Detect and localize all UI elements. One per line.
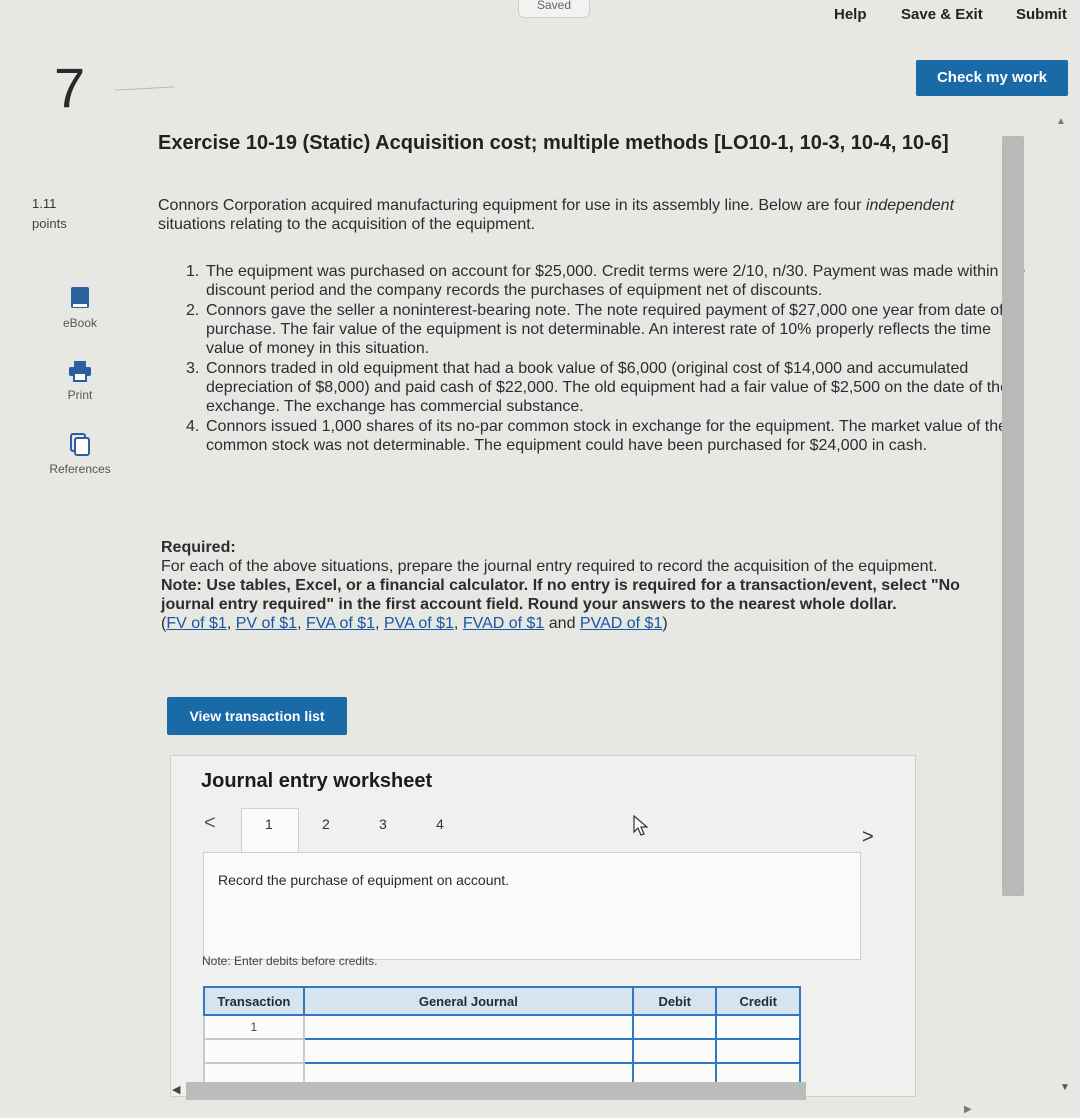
transaction-prompt: Record the purchase of equipment on acco… <box>218 872 510 888</box>
pva-link[interactable]: PVA of $1 <box>384 615 454 632</box>
sidebar-item-references[interactable]: References <box>40 432 120 476</box>
table-row <box>203 1038 801 1064</box>
fvad-link[interactable]: FVAD of $1 <box>463 615 545 632</box>
debit-input[interactable] <box>631 1038 718 1064</box>
printer-icon <box>69 361 91 382</box>
account-select[interactable] <box>302 1038 634 1064</box>
pv-link[interactable]: PV of $1 <box>236 615 297 632</box>
next-page-button[interactable]: > <box>862 826 874 849</box>
scroll-right-arrow-icon[interactable]: ▶ <box>964 1104 972 1115</box>
transaction-cell <box>203 1038 305 1064</box>
list-item: 2. Connors gave the seller a noninterest-… <box>186 302 1004 357</box>
transaction-cell: 1 <box>203 1014 305 1040</box>
col-header-transaction: Transaction <box>203 986 305 1016</box>
journal-table: Transaction General Journal Debit Credit… <box>203 986 801 1088</box>
references-icon <box>70 433 90 456</box>
fva-link[interactable]: FVA of $1 <box>306 615 375 632</box>
debits-note: Note: Enter debits before credits. <box>202 954 378 968</box>
sidebar-item-label: Print <box>67 388 93 402</box>
sidebar-item-ebook[interactable]: eBook <box>40 286 120 330</box>
worksheet-title: Journal entry worksheet <box>201 770 433 792</box>
list-item: 1. The equipment was purchased on account… <box>186 263 1026 299</box>
sidebar-item-print[interactable]: Print <box>40 360 120 402</box>
scroll-down-arrow-icon[interactable]: ▼ <box>1060 1082 1070 1093</box>
scroll-left-arrow-icon[interactable]: ◀ <box>172 1083 180 1096</box>
list-item: 3. Connors traded in old equipment that h… <box>186 360 1009 415</box>
account-select[interactable] <box>302 1014 634 1040</box>
sidebar-item-label: eBook <box>62 316 98 330</box>
points-label: points <box>32 216 67 231</box>
col-header-credit: Credit <box>715 986 801 1016</box>
required-label: Required: <box>161 539 236 556</box>
cursor-icon <box>633 814 649 836</box>
sidebar-item-label: References <box>49 462 111 476</box>
credit-input[interactable] <box>715 1038 801 1064</box>
required-section: Required: For each of the above situatio… <box>161 538 1001 633</box>
situation-list: 1. The equipment was purchased on account… <box>186 262 1026 456</box>
saved-indicator: Saved <box>518 0 590 18</box>
prompt-box <box>203 852 861 960</box>
submit-link[interactable]: Submit <box>1016 6 1067 23</box>
col-header-general-journal: General Journal <box>302 986 634 1016</box>
required-text: For each of the above situations, prepar… <box>161 558 938 575</box>
table-row: 1 <box>203 1014 801 1040</box>
fv-link[interactable]: FV of $1 <box>166 615 226 632</box>
pvad-link[interactable]: PVAD of $1 <box>580 615 662 632</box>
view-transaction-list-button[interactable]: View transaction list <box>167 697 347 735</box>
save-exit-link[interactable]: Save & Exit <box>901 6 983 23</box>
problem-intro: Connors Corporation acquired manufacturi… <box>158 197 955 233</box>
list-item: 4. Connors issued 1,000 shares of its no-… <box>186 418 1008 454</box>
col-header-debit: Debit <box>631 986 718 1016</box>
credit-input[interactable] <box>715 1014 801 1040</box>
divider <box>115 86 175 91</box>
question-number: 7 <box>54 56 86 119</box>
page-tab-3[interactable]: 3 <box>379 816 387 832</box>
help-link[interactable]: Help <box>834 6 867 23</box>
debit-input[interactable] <box>631 1014 718 1040</box>
note-text: Note: Use tables, Excel, or a financial … <box>161 577 960 613</box>
prev-page-button[interactable]: < <box>204 812 216 835</box>
page-tab-1[interactable]: 1 <box>265 816 273 832</box>
book-icon <box>71 287 89 308</box>
table-links: (FV of $1, PV of $1, FVA of $1, PVA of $… <box>161 615 668 632</box>
page-tab-4[interactable]: 4 <box>436 816 444 832</box>
exercise-title: Exercise 10-19 (Static) Acquisition cost… <box>158 132 949 154</box>
scroll-up-arrow-icon[interactable]: ▲ <box>1056 116 1066 127</box>
points-value: 1.11 <box>32 196 57 211</box>
page-tab-2[interactable]: 2 <box>322 816 330 832</box>
vertical-scrollbar[interactable] <box>1002 136 1024 896</box>
horizontal-scrollbar[interactable] <box>186 1082 806 1100</box>
check-my-work-button[interactable]: Check my work <box>916 60 1068 96</box>
